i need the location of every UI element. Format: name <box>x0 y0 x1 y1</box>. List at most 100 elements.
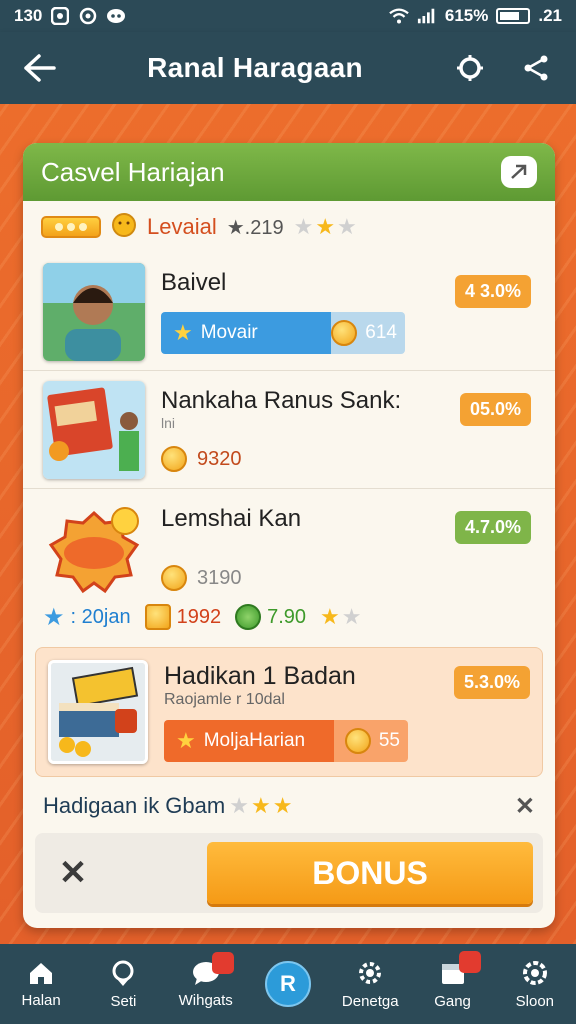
close-icon[interactable]: ✕ <box>515 792 535 821</box>
nav-settings[interactable]: Sloon <box>495 959 575 1010</box>
pill-label: Movair <box>200 322 258 343</box>
pill-value: 614 <box>365 322 397 343</box>
star-icon: ★ <box>229 793 249 818</box>
battery-percent: 615% <box>444 6 489 25</box>
wifi-icon <box>389 6 409 26</box>
pill-label: MoljaHarian <box>203 730 306 751</box>
book-thumbnail <box>43 381 145 479</box>
share-button[interactable] <box>516 48 556 88</box>
gear-icon <box>359 961 382 984</box>
star-icon: ★ <box>173 320 193 345</box>
stat-gold: 1992 <box>144 604 222 630</box>
stats-row: ★ : 20jan 1992 7.90 ★ ★ <box>23 587 555 647</box>
back-button[interactable] <box>20 48 60 88</box>
bottom-text: Hadigaan ik Gbam <box>43 793 226 818</box>
star-icon: ★ <box>337 214 357 239</box>
notification-badge <box>211 951 234 974</box>
list-item[interactable]: Baivel ★ Movair 614 4 3.0% <box>23 253 555 371</box>
coin-value: 9320 <box>197 447 242 470</box>
signal-icon <box>417 6 437 26</box>
star-icon: ★ <box>341 604 362 629</box>
battery-icon <box>496 8 531 24</box>
star-icon: ★ <box>272 793 293 818</box>
bottom-line: Hadigaan ik Gbam ★ ★ ★ ✕ <box>43 791 535 821</box>
card-title: Casvel Hariajan <box>41 156 225 187</box>
coin-icon <box>331 320 358 346</box>
center-icon: R <box>264 961 311 1007</box>
app-bar: Ranal Haragaan <box>0 32 576 104</box>
home-icon <box>30 962 53 984</box>
nav-label: Wihgats <box>178 991 233 1009</box>
level-row: Levaial ★.219 ★ ★ ★ <box>23 201 555 253</box>
notification-badge <box>458 950 481 973</box>
notification-icon <box>50 6 70 26</box>
gold-icon <box>144 604 171 630</box>
location-icon <box>112 960 134 986</box>
percent-badge: 4 3.0% <box>454 275 531 308</box>
percent-badge: 4.7.0% <box>454 511 531 544</box>
back-arrow-icon <box>24 54 56 82</box>
stat-date: ★ : 20jan <box>43 603 131 632</box>
coin-icon <box>161 446 187 472</box>
featured-item[interactable]: Hadikan 1 Badan Raojamle r 10dal ★ MoljaH… <box>35 647 543 777</box>
coin-row: 9320 <box>161 446 537 472</box>
trophy-icon <box>111 212 137 243</box>
stat-gold-value: 1992 <box>176 605 222 628</box>
nav-chat[interactable]: Wihgats <box>166 951 246 1009</box>
list-item[interactable]: Nankaha Ranus Sank: lni 9320 05.0% <box>23 371 555 489</box>
percent-badge: 05.0% <box>459 393 531 426</box>
star-icon: ★ <box>250 793 271 818</box>
level-stars: ★ ★ ★ <box>294 216 357 238</box>
nav-label: Denetga <box>341 992 399 1010</box>
nav-home[interactable]: Halan <box>1 960 81 1009</box>
stat-stars: ★ ★ <box>320 606 361 628</box>
bonus-button[interactable]: BONUS <box>207 842 533 904</box>
pill-value: 55 <box>378 730 400 751</box>
level-label: Levaial <box>147 214 217 239</box>
game-icon <box>106 6 126 26</box>
status-clock: .21 <box>538 6 562 25</box>
profile-photo <box>43 263 145 361</box>
coin-icon <box>344 728 371 754</box>
nav-label: Sloon <box>515 992 555 1010</box>
stat-cash: 7.90 <box>235 604 306 630</box>
arrow-icon <box>511 164 527 179</box>
nav-center[interactable]: R <box>248 961 328 1007</box>
nav-denetga[interactable]: Denetga <box>330 959 410 1010</box>
stat-date-value: : 20jan <box>70 605 131 628</box>
nav-label: Halan <box>21 991 61 1009</box>
cash-icon <box>235 604 262 630</box>
bottom-stars: ★ ★ ★ <box>229 795 292 817</box>
star-icon: ★ <box>43 603 65 631</box>
search-button[interactable] <box>450 48 490 88</box>
gift-thumbnail <box>48 660 148 764</box>
star-icon: ★ <box>293 214 314 239</box>
star-icon: ★ <box>320 604 340 629</box>
bottom-nav: Halan Seti Wihgats R Denetga Gang Sloon <box>0 944 576 1024</box>
movair-button[interactable]: ★ Movair 614 <box>161 312 405 354</box>
gold-badge-icon <box>41 216 101 238</box>
share-icon <box>524 55 548 81</box>
level-count: ★.219 <box>226 216 284 239</box>
bonus-area: ✕ BONUS <box>35 833 543 913</box>
card-header: Casvel Hariajan <box>23 143 555 201</box>
page-title: Ranal Haragaan <box>147 52 363 83</box>
percent-badge: 5.3.0% <box>453 666 530 699</box>
card-open-button[interactable] <box>501 156 537 188</box>
star-icon: ★ <box>176 728 196 753</box>
settings-icon <box>522 960 547 985</box>
search-icon <box>457 55 483 81</box>
status-bar: 130 615% .21 <box>0 0 576 32</box>
camera-icon <box>78 6 98 26</box>
claim-button[interactable]: ★ MoljaHarian 55 <box>164 720 408 762</box>
dismiss-button[interactable]: ✕ <box>53 853 93 893</box>
bonus-badge-icon <box>43 499 145 597</box>
stat-cash-value: 7.90 <box>267 605 307 628</box>
status-time: 130 <box>14 6 43 25</box>
nav-label: Gang <box>434 992 471 1010</box>
nav-gang[interactable]: Gang <box>413 950 493 1010</box>
daily-card: Casvel Hariajan Levaial ★.219 ★ ★ ★ Baiv… <box>23 143 555 928</box>
nav-label: Seti <box>110 992 137 1010</box>
nav-location[interactable]: Seti <box>83 959 163 1010</box>
star-icon: ★ <box>315 214 336 239</box>
